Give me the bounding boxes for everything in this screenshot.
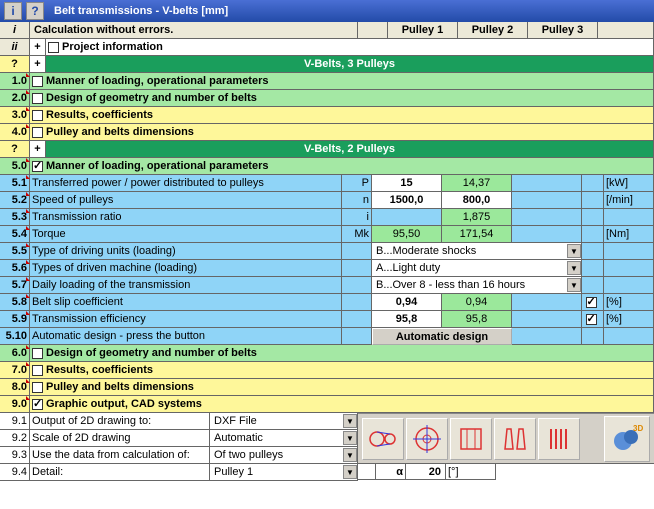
- chevron-down-icon[interactable]: ▼: [567, 278, 581, 292]
- row-5-8: 5.8 Belt slip coefficient 0,94 0,94 [%]: [0, 294, 654, 311]
- row-3-0[interactable]: 3.0 Results, coefficients: [0, 107, 654, 124]
- row-5-9: 5.9 Transmission efficiency 95,8 95,8 [%…: [0, 311, 654, 328]
- checkbox-icon[interactable]: [32, 110, 43, 121]
- input-speed1[interactable]: 1500,0: [372, 192, 442, 209]
- checkbox-icon[interactable]: [32, 365, 43, 376]
- section-2pulleys: ? + V-Belts, 2 Pulleys: [0, 141, 654, 158]
- row-9-4: 9.4 Detail: Pulley 1▼: [0, 464, 358, 481]
- dropdown-output[interactable]: DXF File▼: [210, 413, 358, 430]
- row-9-2: 9.2 Scale of 2D drawing Automatic▼: [0, 430, 358, 447]
- row-5-2: 5.2 Speed of pulleys n 1500,0 800,0 [/mi…: [0, 192, 654, 209]
- dropdown-driving[interactable]: B...Moderate shocks▼: [372, 243, 582, 260]
- cad-toolbar: 3D: [358, 413, 654, 463]
- checkbox-icon[interactable]: [32, 76, 43, 87]
- row-9-0[interactable]: 9.0 Graphic output, CAD systems: [0, 396, 654, 413]
- multi-belt-icon[interactable]: [538, 418, 580, 460]
- help-button[interactable]: ?: [26, 2, 44, 20]
- input-alpha[interactable]: 20: [406, 464, 446, 480]
- pulley-schema-icon[interactable]: [362, 418, 404, 460]
- checkbox-icon[interactable]: [48, 42, 59, 53]
- input-power[interactable]: 15: [372, 175, 442, 192]
- groove-section-icon[interactable]: [450, 418, 492, 460]
- project-info-row[interactable]: ii + Project information: [0, 39, 654, 56]
- row-5-4: 5.4 Torque Mk 95,50 171,54 [Nm]: [0, 226, 654, 243]
- row-5-1: 5.1 Transferred power / power distribute…: [0, 175, 654, 192]
- 3d-icon[interactable]: 3D: [604, 416, 650, 462]
- checkbox-icon[interactable]: [32, 93, 43, 104]
- chevron-down-icon[interactable]: ▼: [343, 414, 357, 428]
- section-3pulleys: ? + V-Belts, 3 Pulleys: [0, 56, 654, 73]
- chevron-down-icon[interactable]: ▼: [343, 448, 357, 462]
- row-5-6: 5.6 Types of driven machine (loading) A.…: [0, 260, 654, 277]
- app-title: Belt transmissions - V-belts [mm]: [54, 5, 228, 17]
- checkbox-icon[interactable]: [586, 297, 597, 308]
- input-speed2[interactable]: 800,0: [442, 192, 512, 209]
- dropdown-daily[interactable]: B...Over 8 - less than 16 hours▼: [372, 277, 582, 294]
- checkbox-icon[interactable]: [32, 161, 43, 172]
- row-4-0[interactable]: 4.0 Pulley and belts dimensions: [0, 124, 654, 141]
- row-2-0[interactable]: 2.0 Design of geometry and number of bel…: [0, 90, 654, 107]
- checkbox-icon[interactable]: [32, 382, 43, 393]
- row-7-0[interactable]: 7.0 Results, coefficients: [0, 362, 654, 379]
- checkbox-icon[interactable]: [32, 399, 43, 410]
- belt-profile-icon[interactable]: [494, 418, 536, 460]
- automatic-design-button[interactable]: Automatic design: [372, 328, 512, 345]
- row-5-7: 5.7 Daily loading of the transmission B.…: [0, 277, 654, 294]
- pulley-circle-icon[interactable]: [406, 418, 448, 460]
- row-6-0[interactable]: 6.0 Design of geometry and number of bel…: [0, 345, 654, 362]
- row-5-10: 5.10 Automatic design - press the button…: [0, 328, 654, 345]
- chevron-down-icon[interactable]: ▼: [343, 465, 357, 479]
- checkbox-icon[interactable]: [32, 348, 43, 359]
- chevron-down-icon[interactable]: ▼: [343, 431, 357, 445]
- dropdown-detail[interactable]: Pulley 1▼: [210, 464, 358, 481]
- chevron-down-icon[interactable]: ▼: [567, 261, 581, 275]
- checkbox-icon[interactable]: [32, 127, 43, 138]
- input-eff[interactable]: 95,8: [372, 311, 442, 328]
- expand-button[interactable]: +: [30, 141, 46, 158]
- title-bar: i ? Belt transmissions - V-belts [mm]: [0, 0, 654, 22]
- row-9-1: 9.1 Output of 2D drawing to: DXF File▼: [0, 413, 358, 430]
- dropdown-scale[interactable]: Automatic▼: [210, 430, 358, 447]
- input-slip[interactable]: 0,94: [372, 294, 442, 311]
- row-9-3: 9.3 Use the data from calculation of: Of…: [0, 447, 358, 464]
- checkbox-icon[interactable]: [586, 314, 597, 325]
- dropdown-driven[interactable]: A...Light duty▼: [372, 260, 582, 277]
- row-8-0[interactable]: 8.0 Pulley and belts dimensions: [0, 379, 654, 396]
- row-1-0[interactable]: 1.0 Manner of loading, operational param…: [0, 73, 654, 90]
- row-5-5: 5.5 Type of driving units (loading) B...…: [0, 243, 654, 260]
- expand-button[interactable]: +: [30, 56, 46, 73]
- svg-text:3D: 3D: [633, 424, 643, 433]
- row-5-3: 5.3 Transmission ratio i 1,875: [0, 209, 654, 226]
- info-button[interactable]: i: [4, 2, 22, 20]
- chevron-down-icon[interactable]: ▼: [567, 244, 581, 258]
- dropdown-datacalc[interactable]: Of two pulleys▼: [210, 447, 358, 464]
- row-5-0[interactable]: 5.0 Manner of loading, operational param…: [0, 158, 654, 175]
- header-row: i Calculation without errors. Pulley 1 P…: [0, 22, 654, 39]
